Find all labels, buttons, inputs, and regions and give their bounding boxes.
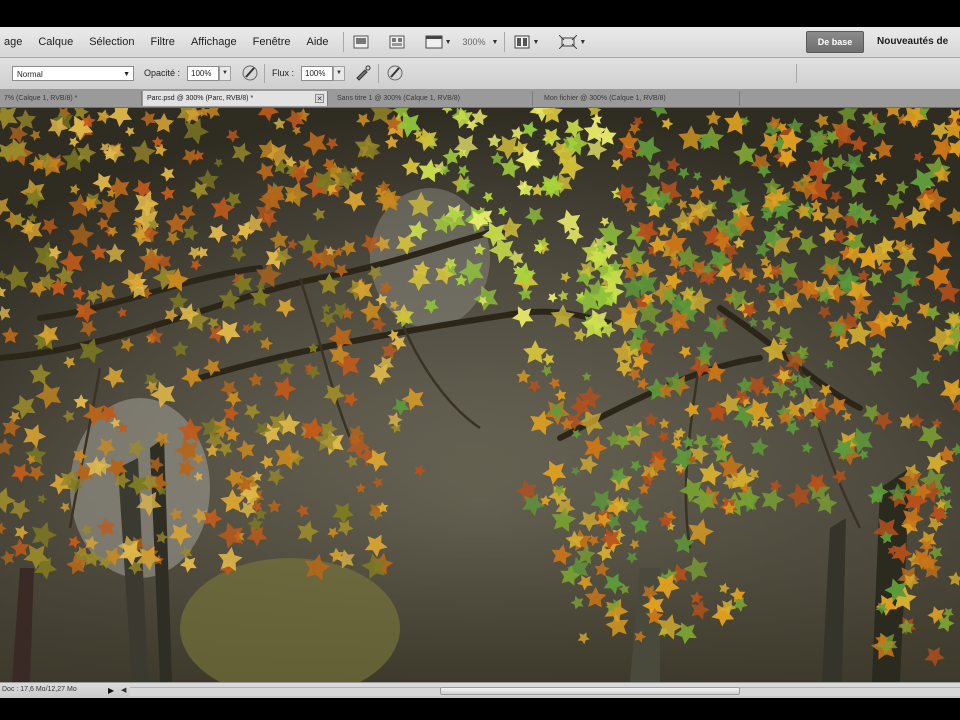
chevron-down-icon: ▼	[579, 38, 587, 46]
tab-mon-fichier[interactable]: Mon fichier @ 300% (Calque 1, RVB/8)	[540, 91, 740, 106]
letterbox-bottom	[0, 698, 960, 720]
tab-label: Mon fichier @ 300% (Calque 1, RVB/8)	[544, 95, 666, 102]
blend-mode-value: Normal	[17, 70, 43, 79]
launch-minibridge-button[interactable]	[386, 33, 408, 51]
tablet-pressure-icon	[242, 65, 258, 81]
launch-bridge-button[interactable]	[350, 33, 372, 51]
tab-label: Parc.psd @ 300% (Parc, RVB/8) *	[147, 95, 254, 102]
menu-separator-2	[504, 32, 506, 52]
chevron-down-icon: ▼	[123, 71, 130, 78]
menu-item-affichage[interactable]: Affichage	[183, 27, 245, 57]
document-tab-bar: 7% (Calque 1, RVB/8) * Parc.psd @ 300% (…	[0, 90, 960, 108]
flow-label: Flux :	[272, 68, 295, 78]
menu-item-fenetre[interactable]: Fenêtre	[245, 27, 299, 57]
chevron-down-icon: ▼	[444, 38, 452, 46]
tablet-pressure-size-button[interactable]	[386, 64, 404, 82]
extras-icon	[559, 35, 578, 49]
arrange-documents-button[interactable]: ▼	[511, 33, 542, 51]
letterbox-top	[0, 0, 960, 27]
photo-autumn-trees	[0, 108, 960, 682]
scroll-left-icon[interactable]: ◀	[121, 686, 126, 694]
airbrush-icon	[356, 65, 371, 81]
menu-item-image[interactable]: age	[0, 27, 30, 57]
status-menu-arrow-icon[interactable]: ▶	[108, 686, 114, 695]
screen-mode-icon	[425, 35, 443, 49]
minibridge-icon	[389, 35, 405, 49]
screen-mode-button[interactable]: ▼	[422, 33, 455, 51]
status-bar: Doc : 17,6 Mo/12,27 Mo ▶ ◀	[0, 682, 960, 699]
menu-item-filtre[interactable]: Filtre	[142, 27, 182, 57]
bridge-icon	[353, 35, 369, 49]
chevron-down-icon: ▼	[532, 38, 540, 46]
options-separator-2	[378, 64, 379, 83]
flow-input[interactable]: 100%	[301, 66, 333, 81]
airbrush-button[interactable]	[354, 64, 372, 82]
zoom-level[interactable]: 300%	[463, 37, 486, 47]
menu-items: age Calque Sélection Filtre Affichage Fe…	[0, 27, 337, 57]
tab-label: Sans titre 1 @ 300% (Calque 1, RVB/8)	[337, 95, 460, 102]
flow-slider-toggle[interactable]: ▼	[333, 66, 345, 81]
tablet-pressure-size-icon	[387, 65, 403, 81]
menu-bar: age Calque Sélection Filtre Affichage Fe…	[0, 27, 960, 58]
zoom-chevron-down-icon[interactable]: ▼	[492, 39, 499, 46]
options-separator	[264, 64, 265, 83]
menu-item-aide[interactable]: Aide	[299, 27, 337, 57]
document-info: Doc : 17,6 Mo/12,27 Mo	[2, 686, 77, 693]
extras-button[interactable]: ▼	[556, 33, 589, 51]
tablet-pressure-opacity-button[interactable]	[241, 64, 259, 82]
opacity-label: Opacité :	[144, 68, 181, 78]
options-bar: Normal ▼ Opacité : 100% ▼ Flux : 100% ▼	[0, 58, 960, 90]
tab-document-1[interactable]: 7% (Calque 1, RVB/8) *	[0, 91, 142, 106]
menu-item-selection[interactable]: Sélection	[81, 27, 142, 57]
workspace-button-de-base[interactable]: De base	[806, 31, 864, 53]
tab-sans-titre[interactable]: Sans titre 1 @ 300% (Calque 1, RVB/8)	[333, 91, 533, 106]
options-separator-3	[796, 64, 797, 83]
tab-label: 7% (Calque 1, RVB/8) *	[4, 95, 78, 102]
menu-separator	[342, 32, 344, 52]
horizontal-scrollbar-thumb[interactable]	[440, 687, 740, 695]
workspace-link-nouveautes[interactable]: Nouveautés de	[877, 27, 948, 57]
menu-item-calque[interactable]: Calque	[30, 27, 81, 57]
blend-mode-select[interactable]: Normal ▼	[12, 66, 134, 81]
tab-parc-psd[interactable]: Parc.psd @ 300% (Parc, RVB/8) * ✕	[143, 91, 328, 106]
arrange-documents-icon	[514, 35, 530, 49]
document-canvas[interactable]	[0, 108, 960, 682]
opacity-input[interactable]: 100%	[187, 66, 219, 81]
opacity-slider-toggle[interactable]: ▼	[219, 66, 231, 81]
close-icon[interactable]: ✕	[315, 94, 324, 103]
